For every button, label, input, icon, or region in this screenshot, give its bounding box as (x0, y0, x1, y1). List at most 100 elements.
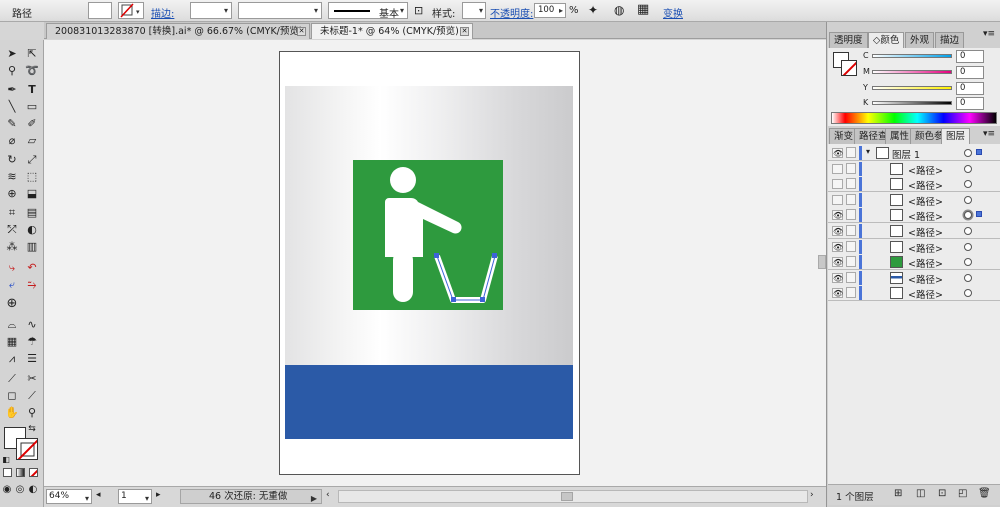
magenta-slider[interactable] (872, 70, 952, 74)
wave-tool-icon[interactable]: ∿ (23, 317, 41, 333)
blob-brush-tool-icon[interactable]: ⌀ (3, 133, 21, 149)
visibility-eye-icon[interactable] (832, 163, 843, 174)
isolate-icon[interactable]: ◍ (614, 3, 624, 17)
tab-stroke[interactable]: 描边 (935, 32, 965, 48)
artboard-tool-icon[interactable]: ◻ (3, 388, 21, 404)
selection-tool-icon[interactable]: ➤ (3, 46, 21, 62)
opacity-link[interactable]: 不透明度: (490, 5, 533, 20)
graphic-style-picker[interactable]: ▾ (462, 2, 486, 19)
brush-options-icon[interactable]: ⊡ (414, 4, 423, 17)
line-tool-icon[interactable]: ╲ (3, 99, 21, 115)
shape-builder-tool-icon[interactable]: ⊕ (3, 186, 21, 202)
convert-anchor-icon[interactable]: ↶ (23, 260, 41, 276)
swap-colors-icon[interactable]: ⇆ (26, 421, 38, 437)
lasso-tool-icon[interactable]: ➰ (23, 63, 41, 79)
stroke-color-box[interactable] (841, 60, 857, 76)
sublayer-row[interactable]: <路径> (828, 160, 1000, 177)
panel-menu-icon[interactable]: ▾≡ (983, 29, 995, 39)
visibility-eye-icon[interactable]: 👁 (832, 210, 843, 221)
visibility-eye-icon[interactable]: 👁 (832, 257, 843, 268)
align-to-icon[interactable]: ▦ (637, 2, 649, 17)
column-graph-tool-icon[interactable]: ▥ (23, 239, 41, 255)
brush-definition[interactable]: 基本 ▾ (328, 2, 408, 20)
color-spectrum[interactable] (831, 112, 997, 124)
stroke-link[interactable]: 描边: (151, 5, 174, 20)
perspective-grid-tool-icon[interactable]: ⌗ (3, 205, 21, 221)
sublayer-row[interactable]: <路径> (828, 191, 1000, 208)
cyan-value[interactable]: 0 (956, 50, 984, 63)
draw-normal-icon[interactable]: ◉ (0, 482, 14, 498)
magenta-value[interactable]: 0 (956, 66, 984, 79)
direct-selection-tool-icon[interactable]: ⇱ (23, 46, 41, 62)
symbol-sprayer-tool-icon[interactable]: ⁂ (3, 239, 21, 255)
add-anchor-point-icon[interactable]: ⤷ (3, 260, 21, 276)
zoom-select[interactable]: 64% ▾ (46, 489, 92, 504)
smooth-tool-icon[interactable]: ⤶ (3, 277, 21, 293)
expand-chevron-icon[interactable]: ▾ (866, 147, 870, 156)
chevron-right-icon[interactable]: ▶ (311, 492, 317, 505)
default-colors-icon[interactable]: ◧ (0, 452, 12, 468)
tab-color[interactable]: ◇颜色 (868, 32, 905, 48)
black-value[interactable]: 0 (956, 97, 984, 110)
lock-toggle[interactable] (846, 271, 856, 283)
green-sign-square[interactable] (353, 160, 503, 310)
eraser-tool-icon[interactable]: ▱ (23, 133, 41, 149)
slice-tool-icon[interactable]: ✂ (23, 371, 41, 387)
tab-transparency[interactable]: 透明度 (829, 32, 868, 48)
black-slider[interactable] (872, 101, 952, 105)
visibility-eye-icon[interactable] (832, 194, 843, 205)
target-circle-icon[interactable] (964, 211, 972, 220)
tab-appearance[interactable]: 外观 (905, 32, 935, 48)
color-mode-icon[interactable] (3, 468, 12, 477)
vertical-scroll-thumb[interactable] (818, 255, 826, 269)
sublayer-row[interactable]: 👁 <路径> (828, 223, 1000, 239)
scroll-right-icon[interactable]: › (810, 490, 814, 500)
visibility-eye-icon[interactable]: 👁 (832, 148, 843, 158)
fill-swatch[interactable] (88, 2, 112, 19)
lock-toggle[interactable] (846, 287, 856, 299)
lock-toggle[interactable] (846, 162, 856, 174)
draw-behind-icon[interactable]: ◎ (13, 482, 27, 498)
none-mode-icon[interactable] (29, 468, 38, 477)
panel-menu-icon[interactable]: ▾≡ (983, 129, 995, 139)
target-circle-icon[interactable] (964, 227, 972, 235)
variable-width-profile[interactable]: ▾ (238, 2, 322, 19)
path-eraser-icon[interactable]: ⥲ (23, 277, 41, 293)
list-tool-icon[interactable]: ☰ (23, 351, 41, 367)
close-icon[interactable]: ✕ (460, 27, 469, 36)
paintbrush-tool-icon[interactable]: ✎ (3, 116, 21, 132)
lock-toggle[interactable] (846, 147, 856, 158)
pencil-tool-icon[interactable]: ✐ (23, 116, 41, 132)
lock-toggle[interactable] (846, 240, 856, 252)
lock-toggle[interactable] (846, 193, 856, 205)
sublayer-row[interactable]: 👁 <路径> (828, 238, 1000, 255)
screen-mode-icon[interactable]: ◐ (26, 482, 40, 498)
new-sublayer-icon[interactable]: ⊡ (938, 488, 946, 499)
visibility-eye-icon[interactable]: 👁 (832, 241, 843, 252)
first-artboard-icon[interactable]: ◂ (96, 490, 101, 500)
lock-toggle[interactable] (846, 225, 856, 236)
selection-indicator[interactable] (976, 211, 982, 218)
document-tab-2[interactable]: 未标题-1* @ 64% (CMYK/预览) ✕ (311, 23, 473, 39)
target-circle-icon[interactable] (964, 289, 972, 298)
scale-tool-icon[interactable]: ⤢ (23, 152, 41, 168)
scroll-left-icon[interactable]: ‹ (326, 490, 330, 500)
crosshair-tool-icon[interactable]: ⊕ (3, 296, 21, 312)
zigzag-tool-icon[interactable]: ⩘ (3, 351, 21, 367)
zoom-tool-icon[interactable]: ⚲ (23, 405, 41, 421)
new-layer-icon[interactable]: ◰ (958, 488, 967, 499)
blend-tool-icon[interactable]: ◐ (23, 222, 41, 238)
target-circle-icon[interactable] (964, 164, 972, 173)
magic-wand-tool-icon[interactable]: ⚲ (3, 63, 21, 79)
yellow-slider[interactable] (872, 86, 952, 90)
sublayer-row[interactable]: 👁 <路径> (828, 207, 1000, 224)
target-circle-icon[interactable] (964, 273, 972, 282)
lock-toggle[interactable] (846, 209, 856, 221)
lock-toggle[interactable] (846, 178, 856, 190)
horizontal-scrollbar[interactable] (338, 490, 808, 503)
horizontal-scroll-thumb[interactable] (561, 492, 573, 501)
target-circle-icon[interactable] (964, 195, 972, 204)
target-circle-icon[interactable] (964, 180, 972, 189)
sublayer-row[interactable]: 👁 <路径> (828, 285, 1000, 302)
layer-row[interactable]: 👁 ▾ 图层 1 (828, 145, 1000, 161)
